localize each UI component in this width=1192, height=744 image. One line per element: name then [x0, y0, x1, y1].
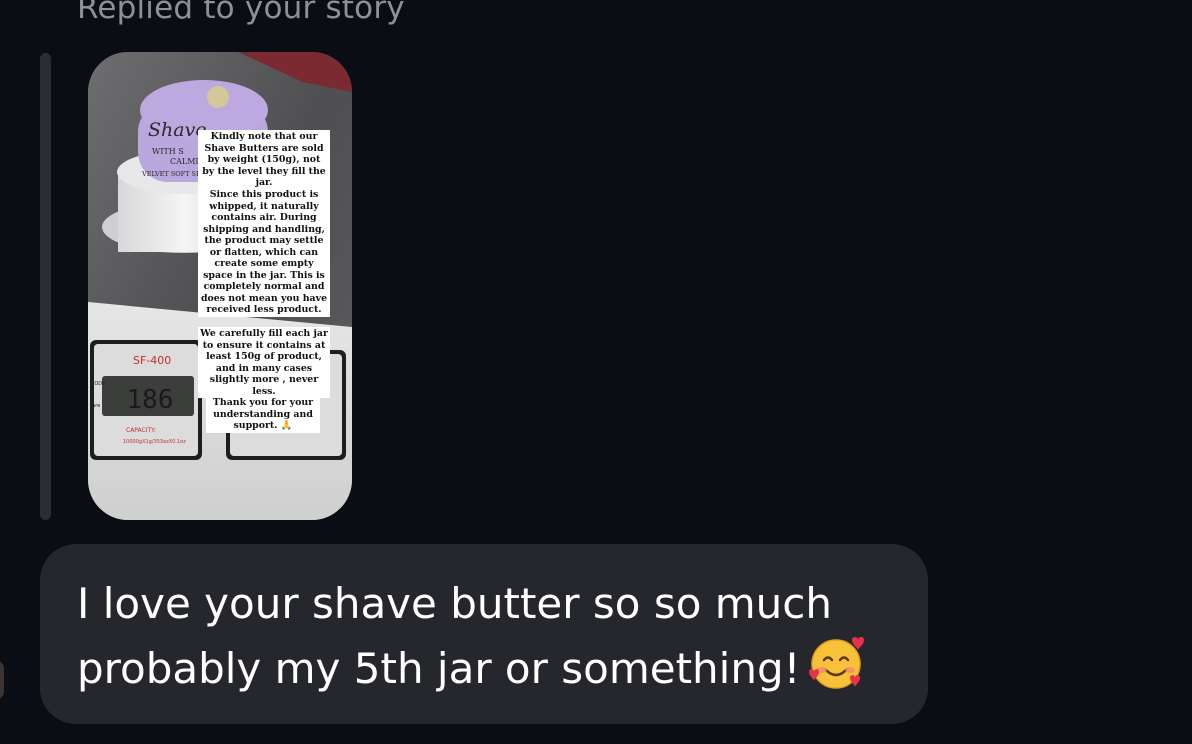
avatar[interactable] [0, 660, 4, 700]
scale-capacity-label: CAPACITY: [126, 427, 156, 434]
story-sticker-thanks: Thank you for your understanding and sup… [206, 396, 320, 433]
smiling-face-with-hearts-icon [809, 637, 865, 689]
message-line-1: I love your shave butter so so much [77, 579, 832, 628]
replied-to-story-label: Replied to your story [77, 0, 405, 26]
message-bubble[interactable]: I love your shave butter so so much prob… [40, 544, 928, 724]
message-text: I love your shave butter so so much prob… [77, 574, 917, 699]
scale-model-label: SF-400 [133, 354, 171, 367]
scale-mode-label: MODE [90, 381, 105, 387]
jar-line-1: WITH S [152, 147, 184, 156]
scale-tare-label: Tare [89, 403, 100, 409]
story-sticker-whipped-note: Since this product is whipped, it natura… [198, 188, 330, 317]
story-sticker-fill-note: We carefully fill each jar to ensure it … [198, 327, 330, 398]
quote-bar [40, 53, 51, 520]
message-line-2-wrap: probably my 5th jar or something! [77, 634, 917, 699]
scale-reading: 186 [127, 385, 174, 415]
jar-logo [207, 86, 229, 108]
dm-thread: Replied to your story 186 SF-400 MODE Ta… [0, 0, 1192, 744]
scale-capacity-value: 10000gX1g/353ozX0.1oz [123, 439, 186, 445]
message-line-2: probably my 5th jar or something! [77, 644, 801, 693]
jar-line-2: CALMI [170, 157, 199, 166]
story-preview[interactable]: 186 SF-400 MODE Tare CAPACITY: 10000gX1g… [88, 52, 352, 520]
story-sticker-weight-note: Kindly note that our Shave Butters are s… [198, 130, 330, 190]
